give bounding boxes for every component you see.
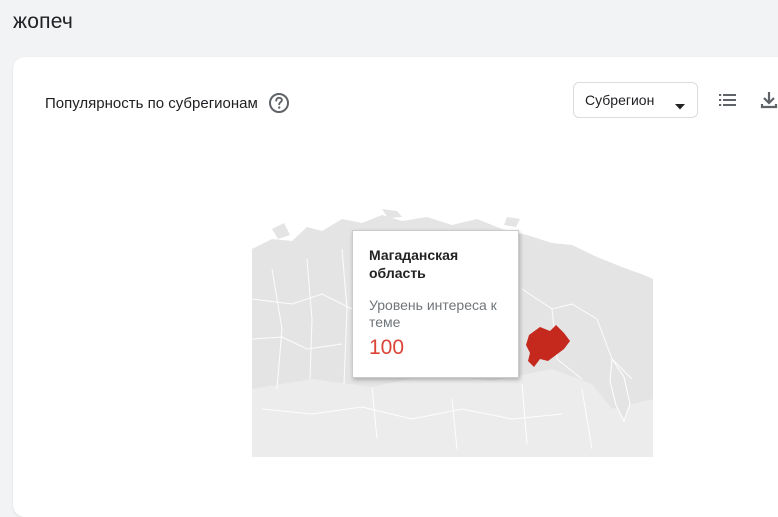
tooltip-interest-value: 100 [369, 336, 405, 359]
download-icon[interactable] [759, 90, 778, 110]
region-select-value: Субрегион [585, 92, 655, 108]
popularity-card: Популярность по субрегионам Субрегион Ма… [13, 57, 778, 517]
tooltip-region-name: Магаданская область [369, 247, 459, 281]
tooltip-interest-label: Уровень интереса к теме [369, 297, 497, 330]
help-icon[interactable] [268, 92, 290, 114]
card-title: Популярность по субрегионам [45, 94, 258, 112]
region-select-dropdown[interactable]: Субрегион [573, 82, 698, 118]
caret-down-icon [675, 97, 685, 110]
card-header: Популярность по субрегионам [45, 92, 290, 114]
map-tooltip: Магаданская область Уровень интереса к т… [352, 230, 519, 378]
list-view-icon[interactable] [718, 90, 738, 110]
page-title: жопеч [13, 10, 74, 33]
